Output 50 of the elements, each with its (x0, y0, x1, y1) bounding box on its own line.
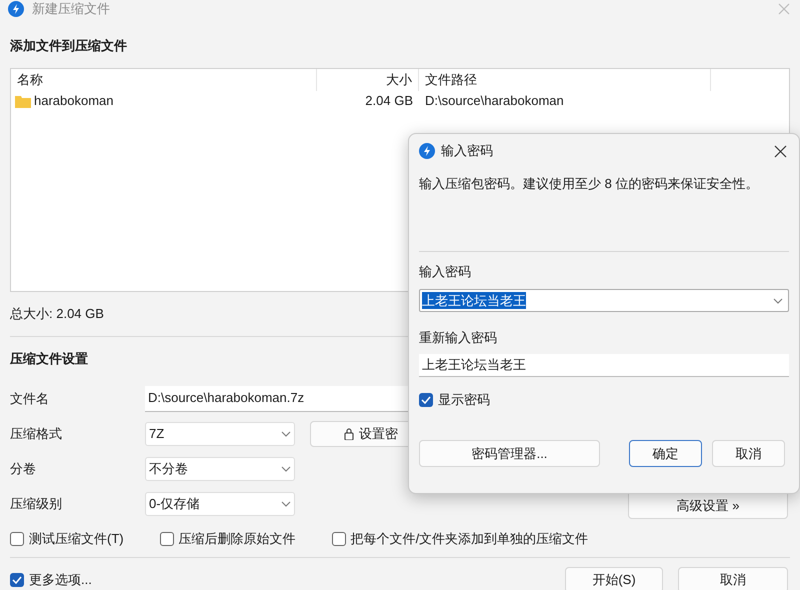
dropdown[interactable]: 0-仅存储 (145, 492, 295, 516)
chevron-down-icon (281, 430, 291, 436)
field-label: 重新输入密码 (419, 329, 498, 347)
section-heading: 添加文件到压缩文件 (10, 37, 127, 55)
checkbox[interactable] (419, 393, 433, 407)
column-header[interactable]: 名称 (11, 69, 317, 91)
section-heading: 压缩文件设置 (10, 350, 88, 368)
chevron-down-icon (281, 466, 291, 472)
dialog-title: 输入密码 (441, 142, 493, 160)
option-label[interactable]: 压缩后删除原始文件 (178, 529, 296, 549)
option-label[interactable]: 更多选项... (29, 570, 92, 590)
file-size: 2.04 GB (364, 92, 414, 110)
column-header[interactable]: 文件路径 (419, 69, 711, 91)
chevron-down-icon (773, 298, 783, 304)
checkbox[interactable] (10, 532, 24, 546)
lock-icon (344, 428, 354, 440)
password-field[interactable]: 上老王论坛当老王 (419, 289, 789, 312)
app-icon (419, 143, 435, 159)
total-size: 总大小: 2.04 GB (10, 305, 104, 323)
checkbox[interactable] (160, 532, 174, 546)
confirm-password-field[interactable]: 上老王论坛当老王 (419, 354, 789, 377)
dialog-button[interactable]: 密码管理器... (419, 440, 600, 467)
option-label[interactable]: 把每个文件/文件夹添加到单独的压缩文件 (350, 529, 588, 549)
field-label: 压缩级别 (10, 494, 63, 513)
dropdown[interactable]: 不分卷 (145, 456, 295, 480)
checkbox[interactable] (10, 573, 24, 587)
close-icon (778, 3, 790, 15)
dialog-button[interactable]: 确定 (629, 440, 702, 467)
cancel-button[interactable]: 取消 (678, 567, 788, 590)
column-header[interactable]: 大小 (317, 69, 419, 91)
file-name: harabokoman (34, 92, 114, 110)
app-icon (8, 1, 24, 17)
check-icon (12, 576, 22, 584)
file-path: D:\source\harabokoman (424, 92, 565, 110)
dialog-message: 输入压缩包密码。建议使用至少 8 位的密码来保证安全性。 (419, 175, 760, 193)
option-label[interactable]: 显示密码 (438, 390, 490, 410)
option-label[interactable]: 测试压缩文件(T) (29, 529, 124, 549)
dropdown[interactable]: 7Z (145, 422, 295, 446)
dialog-button[interactable]: 取消 (712, 440, 785, 467)
checkbox[interactable] (332, 532, 346, 546)
field-label: 压缩格式 (10, 424, 63, 443)
check-icon (421, 396, 431, 404)
window-title: 新建压缩文件 (32, 0, 110, 18)
field-label: 输入密码 (419, 263, 472, 281)
folder-icon (15, 94, 31, 108)
start-button[interactable]: 开始(S) (565, 567, 663, 590)
close-icon (774, 144, 787, 158)
chevron-down-icon (281, 500, 291, 506)
field-label: 文件名 (10, 390, 50, 408)
field-label: 分卷 (10, 460, 37, 478)
